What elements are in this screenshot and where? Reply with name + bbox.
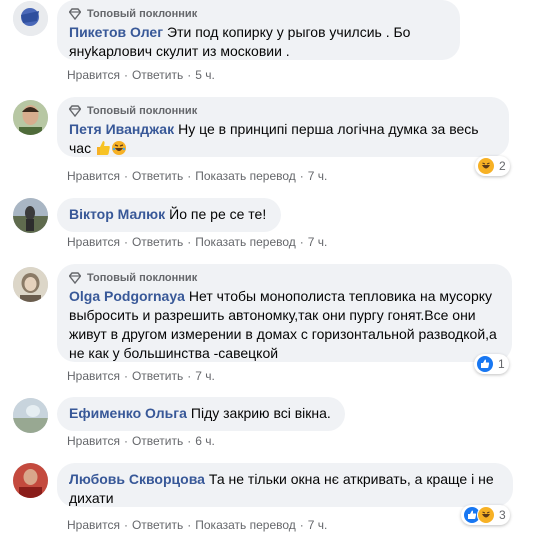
- separator: ·: [187, 434, 192, 448]
- show-translation-link[interactable]: Показать перевод: [195, 517, 296, 533]
- separator: ·: [123, 169, 128, 183]
- avatar[interactable]: [13, 463, 48, 498]
- badge-label: Топовый поклонник: [87, 105, 198, 117]
- separator: ·: [299, 518, 304, 532]
- avatar[interactable]: [13, 100, 48, 135]
- like-reaction-icon: [476, 355, 494, 373]
- separator: ·: [187, 235, 192, 249]
- reactions-summary[interactable]: 1: [474, 354, 509, 374]
- avatar[interactable]: [13, 198, 48, 233]
- separator: ·: [123, 369, 128, 383]
- show-translation-link[interactable]: Показать перевод: [195, 168, 296, 184]
- comment-time[interactable]: 7 ч.: [308, 234, 328, 250]
- comment-text: Йо пе ре се те!: [169, 206, 267, 222]
- diamond-icon: [69, 8, 81, 20]
- like-link[interactable]: Нравится: [67, 67, 120, 83]
- comment-actions: Нравится · Ответить · 5 ч.: [67, 67, 215, 83]
- like-link[interactable]: Нравится: [67, 517, 120, 533]
- comment-actions: Нравится · Ответить · Показать перевод · 7 ч.: [67, 168, 327, 184]
- avatar[interactable]: [13, 1, 48, 36]
- thumbs-up-emoji-icon: [96, 141, 110, 155]
- reply-link[interactable]: Ответить: [132, 433, 183, 449]
- separator: ·: [299, 169, 304, 183]
- comment-bubble: Топовый поклонник Пикетов Олег Эти под ко…: [57, 0, 460, 60]
- diamond-icon: [69, 105, 81, 117]
- comment-author[interactable]: Пикетов Олег: [69, 24, 163, 40]
- show-translation-link[interactable]: Показать перевод: [195, 234, 296, 250]
- comment-bubble: Топовый поклонник Петя Иванджак Ну це в п…: [57, 97, 509, 157]
- reply-link[interactable]: Ответить: [132, 234, 183, 250]
- separator: ·: [187, 169, 192, 183]
- top-fan-badge: Топовый поклонник: [69, 271, 500, 285]
- like-link[interactable]: Нравится: [67, 368, 120, 384]
- rofl-emoji-icon: [111, 141, 126, 155]
- comment-time[interactable]: 6 ч.: [195, 433, 215, 449]
- comment-text: Піду закрию всі вікна.: [190, 405, 331, 421]
- comment-time[interactable]: 7 ч.: [308, 517, 328, 533]
- comment-actions: Нравится · Ответить · 6 ч.: [67, 433, 215, 449]
- badge-label: Топовый поклонник: [87, 272, 198, 284]
- separator: ·: [299, 235, 304, 249]
- comment-bubble: Топовый поклонник Olga Podgornaya Нет что…: [57, 264, 512, 362]
- avatar[interactable]: [13, 267, 48, 302]
- reply-link[interactable]: Ответить: [132, 168, 183, 184]
- separator: ·: [123, 235, 128, 249]
- like-link[interactable]: Нравится: [67, 234, 120, 250]
- separator: ·: [187, 518, 192, 532]
- reply-link[interactable]: Ответить: [132, 67, 183, 83]
- reactions-count: 2: [499, 159, 506, 173]
- like-link[interactable]: Нравится: [67, 433, 120, 449]
- reactions-count: 1: [498, 357, 505, 371]
- comment-time[interactable]: 7 ч.: [195, 368, 215, 384]
- comment-bubble: Віктор Малюк Йо пе ре се те!: [57, 198, 281, 232]
- separator: ·: [187, 369, 192, 383]
- comment-actions: Нравится · Ответить · Показать перевод · 7 ч.: [67, 234, 327, 250]
- comment-author[interactable]: Olga Podgornaya: [69, 288, 185, 304]
- reply-link[interactable]: Ответить: [132, 517, 183, 533]
- separator: ·: [187, 68, 192, 82]
- top-fan-badge: Топовый поклонник: [69, 104, 497, 118]
- separator: ·: [123, 434, 128, 448]
- comment-actions: Нравится · Ответить · 7 ч.: [67, 368, 215, 384]
- separator: ·: [123, 518, 128, 532]
- comment-time[interactable]: 7 ч.: [308, 168, 328, 184]
- reactions-summary[interactable]: 2: [475, 156, 510, 176]
- badge-label: Топовый поклонник: [87, 8, 198, 20]
- reactions-count: 3: [499, 508, 506, 522]
- separator: ·: [123, 68, 128, 82]
- top-fan-badge: Топовый поклонник: [69, 7, 448, 21]
- haha-reaction-icon: [477, 157, 495, 175]
- like-link[interactable]: Нравится: [67, 168, 120, 184]
- reactions-summary[interactable]: 3: [461, 505, 510, 525]
- comment-author[interactable]: Любовь Скворцова: [69, 471, 205, 487]
- avatar[interactable]: [13, 398, 48, 433]
- comment-time[interactable]: 5 ч.: [195, 67, 215, 83]
- reply-link[interactable]: Ответить: [132, 368, 183, 384]
- haha-reaction-icon: [477, 506, 495, 524]
- diamond-icon: [69, 272, 81, 284]
- comment-bubble: Ефименко Ольга Піду закрию всі вікна.: [57, 397, 345, 431]
- comment-author[interactable]: Віктор Малюк: [69, 206, 165, 222]
- comment-author[interactable]: Ефименко Ольга: [69, 405, 187, 421]
- comment-actions: Нравится · Ответить · Показать перевод · 7 ч.: [67, 517, 327, 533]
- comment-bubble: Любовь Скворцова Та не тільки окна нє атк…: [57, 463, 513, 507]
- comment-author[interactable]: Петя Иванджак: [69, 121, 174, 137]
